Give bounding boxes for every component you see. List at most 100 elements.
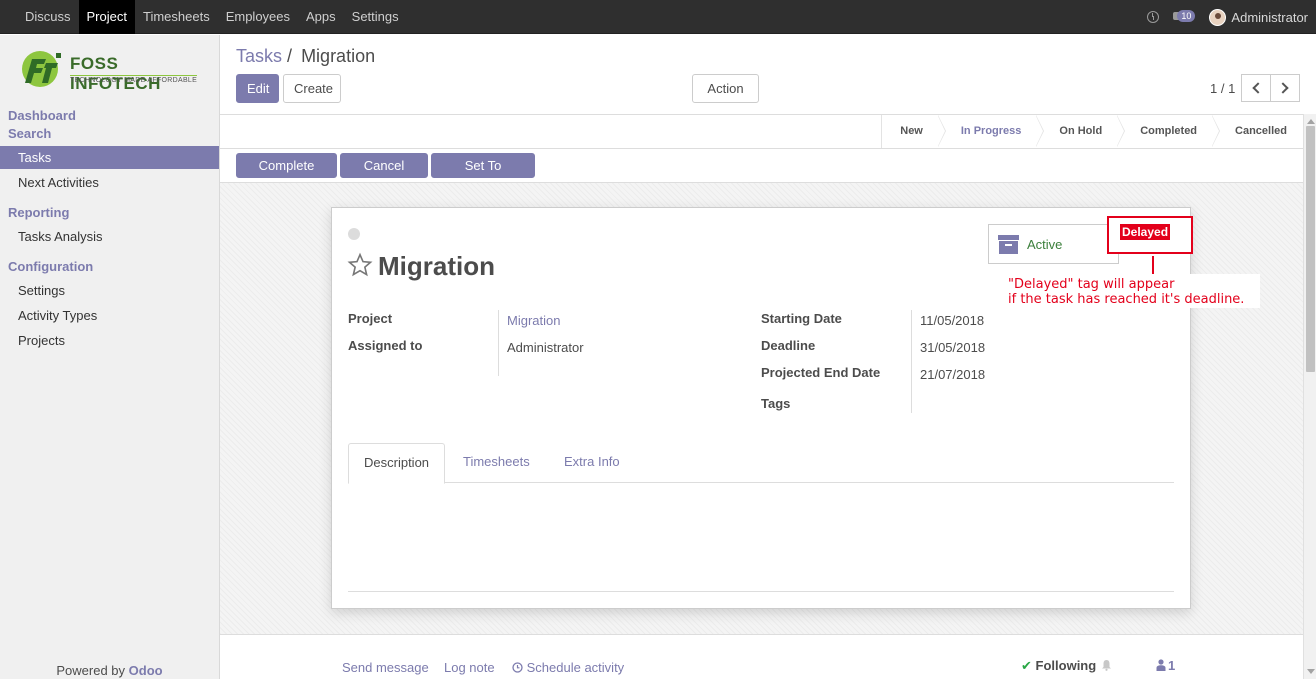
breadcrumb-tasks[interactable]: Tasks — [236, 46, 282, 66]
systray: 10 Administrator — [1147, 0, 1308, 34]
chevron-left-icon — [1252, 82, 1264, 94]
clock-icon — [512, 662, 523, 673]
menu-discuss[interactable]: Discuss — [17, 0, 79, 34]
schedule-activity-button[interactable]: Schedule activity — [512, 660, 624, 675]
sidebar-item-activity-types[interactable]: Activity Types — [0, 304, 219, 327]
logo-brand: FOSS INFOTECH — [70, 54, 161, 93]
tags-label: Tags — [761, 396, 791, 411]
cancel-task-button[interactable]: Cancel Task — [340, 153, 428, 196]
starting-date-value: 11/05/2018 — [920, 313, 985, 328]
statusbar: New In Progress On Hold Completed Cancel… — [220, 114, 1303, 149]
sidebar-dashboard[interactable]: Dashboard — [8, 108, 76, 123]
user-menu[interactable]: Administrator — [1209, 8, 1308, 26]
project-link[interactable]: Migration — [507, 313, 560, 328]
user-name: Administrator — [1231, 9, 1308, 25]
following-label: Following — [1035, 658, 1097, 673]
active-toggle-button[interactable]: Active — [988, 224, 1119, 264]
sidebar-item-tasks[interactable]: Tasks — [0, 146, 219, 169]
followers-icon[interactable] — [1156, 659, 1166, 671]
action-dropdown[interactable]: Action — [692, 74, 759, 119]
sidebar-item-tasks-analysis[interactable]: Tasks Analysis — [0, 225, 219, 248]
stage-list: New In Progress On Hold Completed Cancel… — [881, 115, 1303, 148]
sidebar-reporting: Reporting — [8, 205, 70, 220]
followers-count[interactable]: 1 — [1168, 658, 1175, 673]
activity-clock-icon[interactable] — [1147, 11, 1160, 23]
deadline-value: 31/05/2018 — [920, 340, 986, 355]
starting-date-label: Starting Date — [761, 311, 842, 326]
callout-line-1: "Delayed" tag will appear — [1008, 277, 1175, 292]
delayed-callout: "Delayed" tag will appear if the task ha… — [1002, 274, 1260, 308]
action-label: Action — [707, 81, 744, 96]
field-separator-right — [911, 310, 912, 413]
page-scrollbar[interactable] — [1303, 114, 1316, 679]
stage-new[interactable]: New — [881, 115, 946, 148]
active-label: Active — [1027, 237, 1063, 252]
field-separator-left — [498, 310, 499, 376]
complete-task-button[interactable]: Complete Task — [236, 153, 337, 196]
stage-cancelled[interactable]: Cancelled — [1213, 115, 1303, 148]
powered-by: Powered by Odoo — [0, 663, 219, 678]
kanban-state-dot[interactable] — [348, 228, 360, 240]
pager-next-button[interactable] — [1270, 74, 1300, 102]
following-button[interactable]: ✔ Following — [1021, 658, 1096, 674]
deadline-label: Deadline — [761, 338, 816, 353]
schedule-activity-label: Schedule activity — [526, 660, 625, 675]
delayed-highlight-box: Delayed — [1107, 216, 1193, 254]
breadcrumb: Tasks / Migration — [236, 46, 375, 67]
tab-extra-info[interactable]: Extra Info — [549, 443, 635, 483]
sidebar-search[interactable]: Search — [8, 126, 51, 141]
breadcrumb-separator: / — [287, 46, 293, 66]
delayed-tag: Delayed — [1120, 224, 1171, 240]
scroll-up-arrow-icon[interactable] — [1307, 119, 1315, 124]
foss-logo-icon — [22, 51, 61, 87]
tab-timesheets[interactable]: Timesheets — [448, 443, 545, 483]
top-navbar: Discuss Project Timesheets Employees App… — [0, 0, 1316, 34]
stage-completed[interactable]: Completed — [1118, 115, 1220, 148]
logo-tagline: TECHNOLOGY MADE AFFORDABLE — [70, 75, 198, 84]
tab-description[interactable]: Description — [348, 443, 446, 484]
stage-on-hold[interactable]: On Hold — [1037, 115, 1125, 148]
callout-connector — [1152, 256, 1154, 274]
app-menu: Discuss Project Timesheets Employees App… — [17, 0, 407, 34]
projected-end-date-value: 21/07/2018 — [920, 367, 986, 382]
log-note-button[interactable]: Log note — [444, 660, 495, 675]
send-message-button[interactable]: Send message — [342, 660, 429, 675]
powered-by-text: Powered by — [56, 663, 126, 678]
pager-value[interactable]: 1 / 1 — [1210, 81, 1235, 96]
task-title: Migration — [378, 251, 495, 281]
bell-icon[interactable] — [1101, 659, 1112, 671]
create-button[interactable]: Create — [283, 74, 341, 103]
callout-line-2: if the task has reached it's deadline. — [1008, 292, 1245, 307]
messages-icon[interactable]: 10 — [1173, 10, 1196, 24]
assigned-to-label: Assigned to — [348, 338, 423, 353]
sidebar-item-settings[interactable]: Settings — [0, 279, 219, 302]
check-icon: ✔ — [1021, 658, 1032, 673]
projected-end-date-label: Projected End Date — [761, 365, 881, 380]
menu-timesheets[interactable]: Timesheets — [135, 0, 218, 34]
company-logo[interactable]: FOSS INFOTECH TECHNOLOGY MADE AFFORDABLE — [20, 47, 205, 93]
scroll-down-arrow-icon[interactable] — [1307, 669, 1315, 674]
set-to-pending-button[interactable]: Set To Pending — [431, 153, 535, 196]
sidebar-item-next-activities[interactable]: Next Activities — [0, 171, 219, 194]
assigned-to-value: Administrator — [507, 340, 584, 355]
message-count-badge: 10 — [1177, 10, 1196, 22]
powered-by-odoo-link[interactable]: Odoo — [129, 663, 163, 678]
archive-icon — [998, 235, 1019, 254]
sidebar-configuration: Configuration — [8, 259, 94, 274]
menu-apps[interactable]: Apps — [298, 0, 344, 34]
user-avatar — [1209, 8, 1227, 26]
sidebar: FOSS INFOTECH TECHNOLOGY MADE AFFORDABLE… — [0, 35, 220, 679]
pager-previous-button[interactable] — [1241, 74, 1271, 102]
sidebar-item-projects[interactable]: Projects — [0, 329, 219, 352]
star-icon[interactable] — [347, 252, 373, 278]
menu-project[interactable]: Project — [78, 0, 135, 34]
stage-in-progress[interactable]: In Progress — [939, 115, 1044, 148]
breadcrumb-current: Migration — [301, 46, 376, 66]
scroll-thumb[interactable] — [1306, 126, 1315, 372]
menu-settings[interactable]: Settings — [344, 0, 407, 34]
notebook-tabs: Description Timesheets Extra Info — [348, 443, 1174, 484]
chevron-right-icon — [1277, 82, 1289, 94]
edit-button[interactable]: Edit — [236, 74, 279, 103]
menu-employees[interactable]: Employees — [218, 0, 298, 34]
project-label: Project — [348, 311, 393, 326]
